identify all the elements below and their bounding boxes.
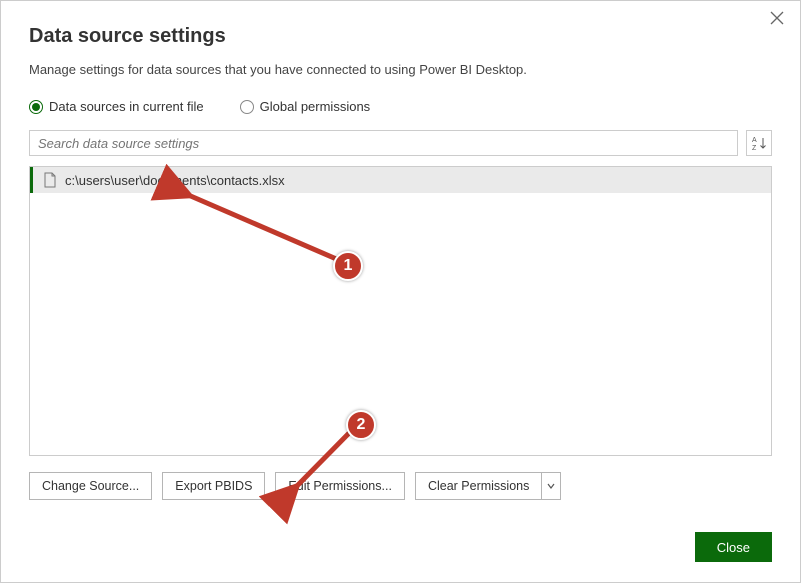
- close-button[interactable]: Close: [695, 532, 772, 562]
- dialog-title: Data source settings: [29, 25, 772, 48]
- clear-permissions-button[interactable]: Clear Permissions: [415, 472, 541, 500]
- sort-button[interactable]: A Z: [746, 130, 772, 156]
- svg-text:Z: Z: [752, 145, 757, 151]
- dialog-subtitle: Manage settings for data sources that yo…: [29, 62, 772, 77]
- radio-global-permissions[interactable]: Global permissions: [240, 99, 371, 114]
- close-icon[interactable]: [770, 11, 786, 27]
- action-button-row: Change Source... Export PBIDS Edit Permi…: [29, 472, 772, 500]
- edit-permissions-button[interactable]: Edit Permissions...: [275, 472, 405, 500]
- search-row: A Z: [29, 130, 772, 156]
- search-input[interactable]: [29, 130, 738, 156]
- radio-icon: [29, 100, 43, 114]
- list-item[interactable]: c:\users\user\documents\contacts.xlsx: [30, 167, 771, 193]
- change-source-button[interactable]: Change Source...: [29, 472, 152, 500]
- clear-permissions-dropdown[interactable]: [541, 472, 561, 500]
- radio-label: Global permissions: [260, 99, 371, 114]
- radio-icon: [240, 100, 254, 114]
- radio-current-file[interactable]: Data sources in current file: [29, 99, 204, 114]
- list-item-path: c:\users\user\documents\contacts.xlsx: [65, 173, 285, 188]
- file-icon: [43, 172, 57, 188]
- export-pbids-button[interactable]: Export PBIDS: [162, 472, 265, 500]
- sort-az-icon: A Z: [751, 135, 767, 151]
- scope-radio-group: Data sources in current file Global perm…: [29, 99, 772, 114]
- chevron-down-icon: [547, 482, 555, 490]
- data-source-settings-dialog: Data source settings Manage settings for…: [0, 0, 801, 583]
- clear-permissions-split: Clear Permissions: [415, 472, 561, 500]
- svg-text:A: A: [752, 137, 757, 144]
- data-source-list[interactable]: c:\users\user\documents\contacts.xlsx: [29, 166, 772, 456]
- radio-label: Data sources in current file: [49, 99, 204, 114]
- dialog-footer: Close: [695, 532, 772, 562]
